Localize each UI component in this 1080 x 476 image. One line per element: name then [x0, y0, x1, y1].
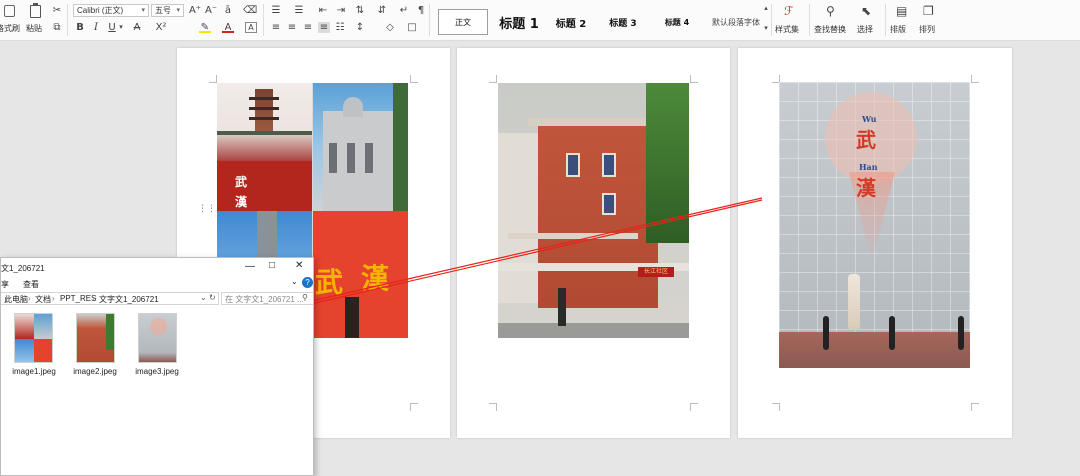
- file-name: image1.jpeg: [12, 367, 56, 376]
- chevron-down-icon[interactable]: ⌄: [200, 293, 207, 302]
- help-icon[interactable]: ?: [302, 277, 313, 288]
- file-thumbnail: [76, 313, 115, 363]
- search-input[interactable]: 在 文字文1_206721 ...: [225, 294, 304, 305]
- menu-share[interactable]: 享: [1, 279, 9, 290]
- refresh-icon[interactable]: ↻: [209, 293, 216, 302]
- menu-view[interactable]: 查看: [23, 279, 39, 290]
- search-box[interactable]: 在 文字文1_206721 ... ⚲: [221, 292, 313, 305]
- address-bar[interactable]: 此电脑 › 文档 › PPT_RES › 文字文1_206721 ⌄ ↻: [1, 292, 219, 305]
- chevron-down-icon[interactable]: ⌄: [291, 277, 298, 286]
- file-thumbnail: [138, 313, 177, 363]
- breadcrumb-item[interactable]: PPT_RES: [60, 294, 96, 303]
- breadcrumb-item[interactable]: 此电脑: [4, 294, 28, 305]
- close-button[interactable]: ✕: [295, 260, 303, 271]
- file-thumbnail: [14, 313, 53, 363]
- file-item-image2[interactable]: image2.jpeg: [65, 313, 127, 383]
- minimize-button[interactable]: —: [245, 261, 255, 272]
- file-explorer-window[interactable]: 文1_206721 — □ ✕ 享 查看 ⌄ ? 此电脑 › 文档 › PPT_…: [0, 257, 314, 476]
- breadcrumb-item[interactable]: 文字文1_206721: [99, 294, 159, 305]
- file-name: image2.jpeg: [73, 367, 117, 376]
- file-item-image1[interactable]: image1.jpeg: [4, 313, 66, 383]
- file-name: image3.jpeg: [135, 367, 179, 376]
- maximize-button[interactable]: □: [269, 260, 275, 271]
- breadcrumb-item[interactable]: 文档: [35, 294, 51, 305]
- search-icon: ⚲: [302, 293, 308, 302]
- window-title: 文1_206721: [1, 264, 45, 273]
- file-item-image3[interactable]: image3.jpeg: [127, 313, 189, 383]
